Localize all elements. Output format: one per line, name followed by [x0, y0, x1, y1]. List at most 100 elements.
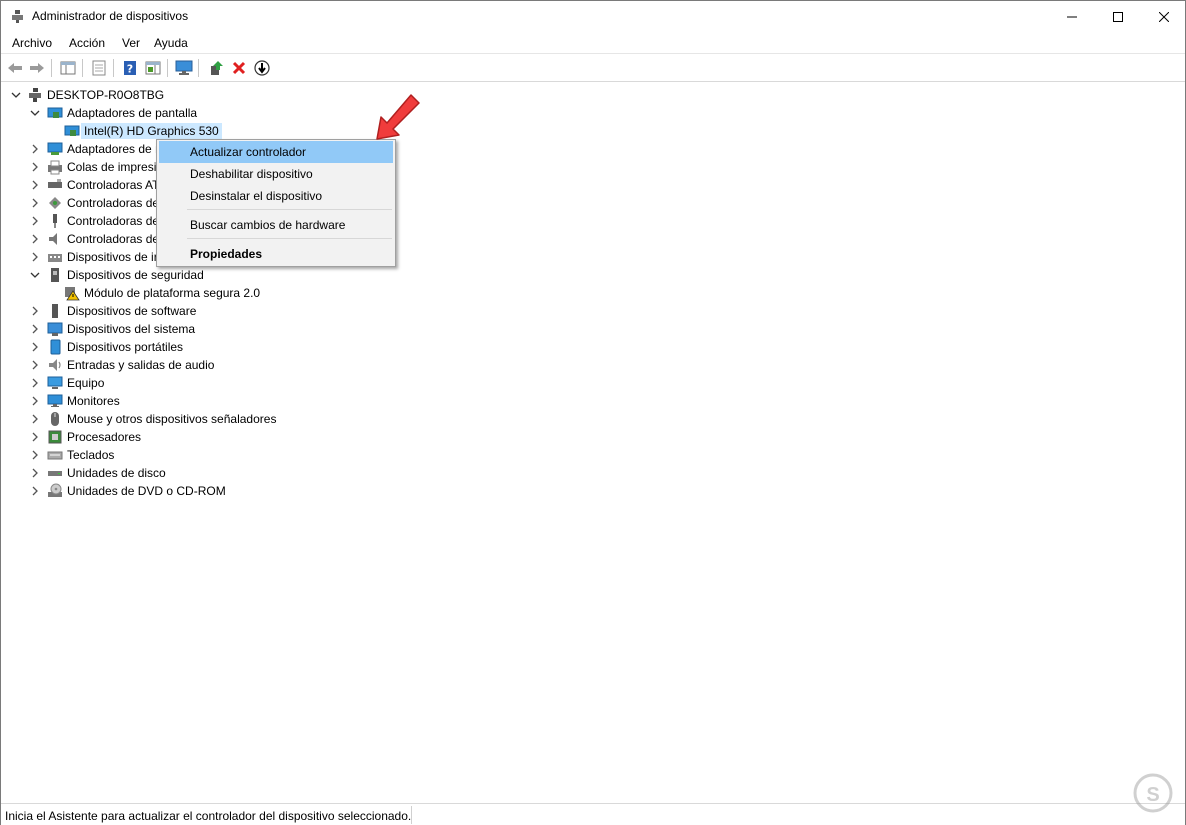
- tree-category-item[interactable]: Teclados: [29, 446, 114, 464]
- chevron-down-icon[interactable]: [29, 269, 41, 281]
- tree-item-label: Monitores: [67, 394, 120, 408]
- svg-text:S: S: [1146, 784, 1159, 806]
- portable-device-icon: [47, 339, 63, 355]
- tree-device-item[interactable]: Módulo de plataforma segura 2.0: [64, 284, 260, 302]
- back-button[interactable]: [5, 58, 25, 78]
- dvd-drive-icon: [47, 483, 63, 499]
- tree-item-label: Equipo: [67, 376, 105, 390]
- chevron-right-icon[interactable]: [29, 143, 41, 155]
- scan-hardware-icon[interactable]: [174, 58, 194, 78]
- chevron-right-icon[interactable]: [29, 413, 41, 425]
- root-label: DESKTOP-R0O8TBG: [47, 88, 165, 102]
- computer-icon: [47, 375, 63, 391]
- toolbar-separator: [198, 59, 199, 77]
- tree-category-item[interactable]: Controladoras de: [29, 230, 159, 248]
- audio-io-icon: [47, 357, 63, 373]
- ctx-scan-hardware[interactable]: Buscar cambios de hardware: [159, 214, 393, 236]
- chevron-right-icon[interactable]: [29, 341, 41, 353]
- storage-controller-icon: [47, 195, 63, 211]
- tree-category-item[interactable]: Dispositivos de software: [29, 302, 196, 320]
- tree-category-item[interactable]: Dispositivos portátiles: [29, 338, 183, 356]
- chevron-right-icon[interactable]: [29, 395, 41, 407]
- tree-category-item[interactable]: Monitores: [29, 392, 120, 410]
- computer-icon: [27, 87, 43, 103]
- update-driver-icon[interactable]: [206, 58, 226, 78]
- close-button[interactable]: [1141, 1, 1186, 32]
- tree-item-label: Dispositivos de ir: [67, 250, 158, 264]
- ata-controller-icon: [47, 177, 63, 193]
- tree-category-item[interactable]: Controladoras de: [29, 194, 159, 212]
- chevron-right-icon[interactable]: [29, 197, 41, 209]
- chevron-right-icon[interactable]: [29, 323, 41, 335]
- watermark-logo: S: [1133, 773, 1173, 813]
- svg-text:?: ?: [127, 63, 133, 76]
- tree-category-item[interactable]: Colas de impresi: [29, 158, 156, 176]
- ctx-disable-device[interactable]: Deshabilitar dispositivo: [159, 163, 393, 185]
- ctx-update-driver[interactable]: Actualizar controlador: [159, 141, 393, 163]
- chevron-right-icon[interactable]: [29, 431, 41, 443]
- chevron-right-icon[interactable]: [29, 161, 41, 173]
- menu-ayuda[interactable]: Ayuda: [154, 36, 188, 50]
- chevron-down-icon[interactable]: [10, 89, 22, 101]
- menu-accion[interactable]: Acción: [69, 36, 105, 50]
- tree-category-item[interactable]: Adaptadores de pantalla: [29, 104, 197, 122]
- tree-category-item[interactable]: Unidades de DVD o CD-ROM: [29, 482, 226, 500]
- ctx-properties[interactable]: Propiedades: [159, 243, 393, 265]
- tree-category-item[interactable]: Mouse y otros dispositivos señaladores: [29, 410, 276, 428]
- uninstall-icon[interactable]: [229, 58, 249, 78]
- console-tree-icon[interactable]: [58, 58, 78, 78]
- action-pane-icon[interactable]: [143, 58, 163, 78]
- chevron-right-icon[interactable]: [29, 305, 41, 317]
- tree-category-item[interactable]: Dispositivos de ir: [29, 248, 158, 266]
- sound-controller-icon: [47, 231, 63, 247]
- chevron-right-icon[interactable]: [29, 377, 41, 389]
- print-queue-icon: [47, 159, 63, 175]
- chevron-down-icon[interactable]: [29, 107, 41, 119]
- tree-item-label: Colas de impresi: [67, 160, 157, 174]
- maximize-button[interactable]: [1095, 1, 1141, 32]
- device-manager-window: Administrador de dispositivos Archivo Ac…: [0, 0, 1186, 825]
- menu-ver[interactable]: Ver: [122, 36, 140, 50]
- device-manager-app-icon: [10, 9, 25, 24]
- ctx-uninstall-device[interactable]: Desinstalar el dispositivo: [159, 185, 393, 207]
- hid-icon: [47, 249, 63, 265]
- minimize-button[interactable]: [1049, 1, 1095, 32]
- tree-category-item[interactable]: Equipo: [29, 374, 104, 392]
- chevron-right-icon[interactable]: [29, 215, 41, 227]
- chevron-right-icon[interactable]: [29, 485, 41, 497]
- chevron-right-icon[interactable]: [29, 467, 41, 479]
- chevron-right-icon[interactable]: [29, 233, 41, 245]
- tree-item-label: Unidades de disco: [67, 466, 166, 480]
- help-icon[interactable]: ?: [120, 58, 140, 78]
- disable-device-icon[interactable]: [252, 58, 272, 78]
- toolbar-separator: [167, 59, 168, 77]
- keyboard-icon: [47, 447, 63, 463]
- usb-controller-icon: [47, 213, 63, 229]
- warning-device-icon: [64, 285, 80, 301]
- tree-category-item[interactable]: Controladoras AT: [29, 176, 160, 194]
- chevron-right-icon[interactable]: [29, 251, 41, 263]
- toolbar-separator: [82, 59, 83, 77]
- chevron-right-icon[interactable]: [29, 449, 41, 461]
- menu-archivo[interactable]: Archivo: [12, 36, 52, 50]
- chevron-right-icon[interactable]: [29, 179, 41, 191]
- tree-item-label: Unidades de DVD o CD-ROM: [67, 484, 226, 498]
- tree-item-label: Controladoras de: [67, 196, 160, 210]
- red-arrow-annotation: [376, 94, 420, 140]
- properties-icon[interactable]: [89, 58, 109, 78]
- tree-device-item[interactable]: Intel(R) HD Graphics 530: [64, 122, 222, 140]
- tree-item-label: Procesadores: [67, 430, 142, 444]
- tree-category-item[interactable]: Procesadores: [29, 428, 141, 446]
- tree-item-label: Teclados: [67, 448, 115, 462]
- tree-root[interactable]: DESKTOP-R0O8TBG: [10, 86, 164, 104]
- forward-button[interactable]: [27, 58, 47, 78]
- tree-category-item[interactable]: Entradas y salidas de audio: [29, 356, 214, 374]
- tree-category-item[interactable]: Unidades de disco: [29, 464, 166, 482]
- tree-category-item[interactable]: Dispositivos del sistema: [29, 320, 195, 338]
- tree-category-item[interactable]: Dispositivos de seguridad: [29, 266, 204, 284]
- chevron-right-icon[interactable]: [29, 359, 41, 371]
- tree-category-item[interactable]: Controladoras de: [29, 212, 159, 230]
- system-device-icon: [47, 321, 63, 337]
- tree-category-item[interactable]: Adaptadores de r: [29, 140, 159, 158]
- tree-item-label: Controladoras de: [67, 232, 160, 246]
